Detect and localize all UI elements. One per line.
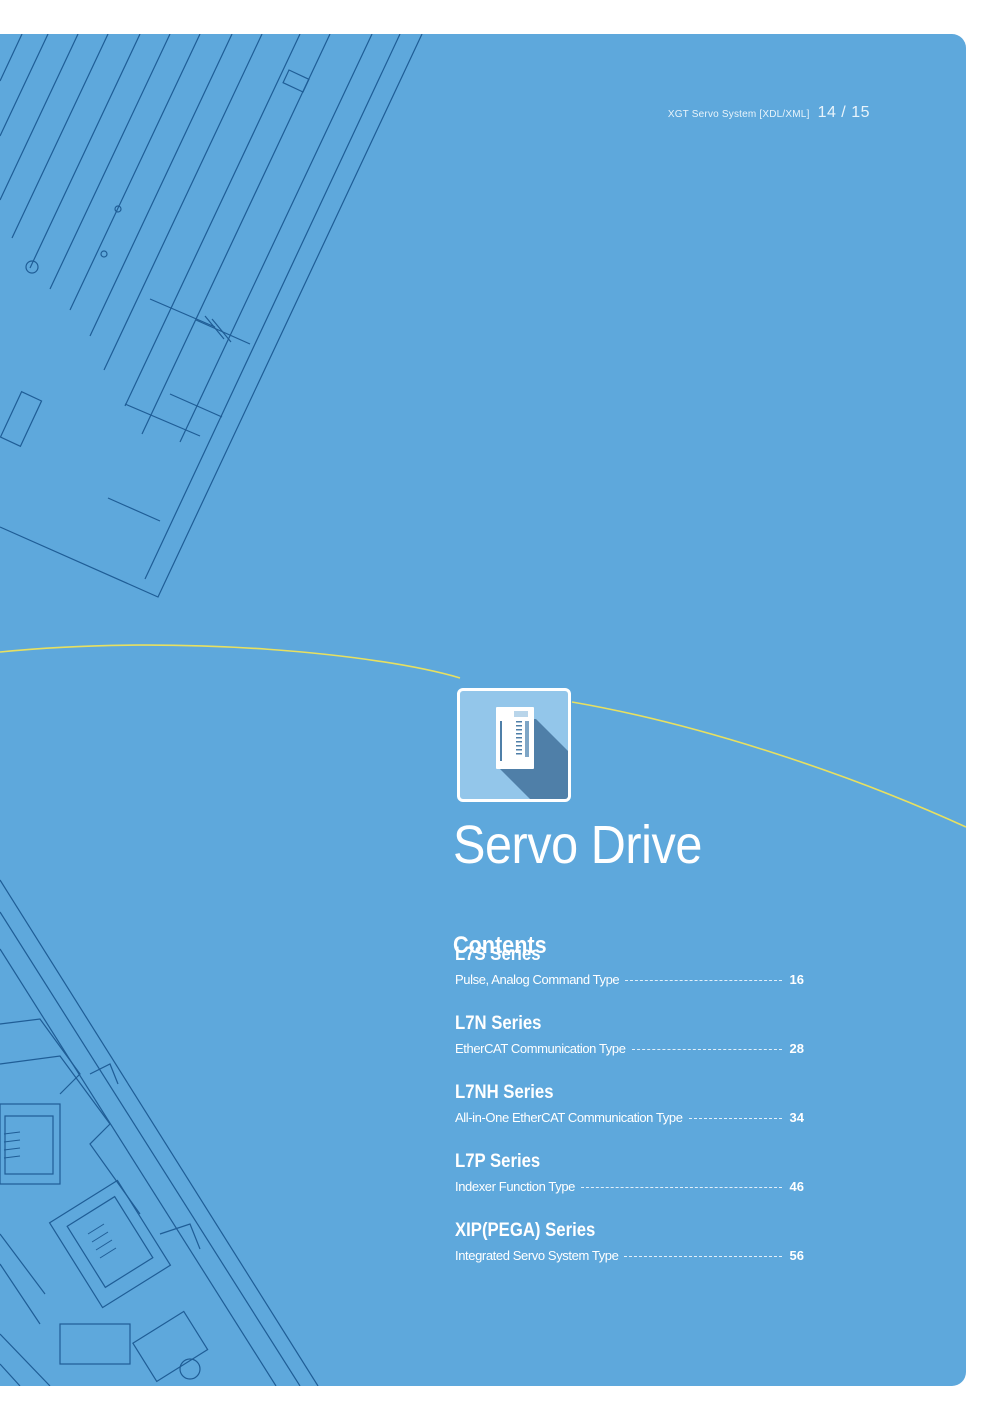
- dotted-leader: [631, 1049, 782, 1050]
- entry-description: Integrated Servo System Type: [455, 1248, 619, 1263]
- entry-name: XIP(PEGA) Series: [455, 1220, 596, 1241]
- entry-description: Indexer Function Type: [455, 1179, 575, 1194]
- contents-entry-l7nh[interactable]: L7NH Series All-in-One EtherCAT Communic…: [455, 1082, 804, 1125]
- dotted-leader: [624, 1256, 782, 1257]
- contents-entry-l7n[interactable]: L7N Series EtherCAT Communication Type 2…: [455, 1013, 804, 1056]
- entry-description: EtherCAT Communication Type: [455, 1041, 626, 1056]
- entry-page-number: 28: [789, 1041, 804, 1056]
- entry-name: L7NH Series: [455, 1082, 554, 1103]
- entry-page-number: 46: [789, 1179, 804, 1194]
- contents-entry-xip[interactable]: XIP(PEGA) Series Integrated Servo System…: [455, 1220, 804, 1263]
- dotted-leader: [581, 1187, 782, 1188]
- entry-description: Pulse, Analog Command Type: [455, 972, 620, 987]
- dotted-leader: [625, 980, 782, 981]
- entry-name: L7S Series: [455, 944, 541, 965]
- section-icon-box: [457, 688, 571, 802]
- entry-name: L7N Series: [455, 1013, 542, 1034]
- entry-page-number: 56: [789, 1248, 804, 1263]
- servo-drive-icon: [496, 707, 568, 799]
- section-title: Servo Drive: [453, 815, 702, 875]
- entry-page-number: 16: [789, 972, 804, 987]
- page-header: XGT Servo System [XDL/XML] 14 / 15: [668, 104, 870, 122]
- page-numbers: 14 / 15: [817, 104, 870, 121]
- contents-entry-l7p[interactable]: L7P Series Indexer Function Type 46: [455, 1151, 804, 1194]
- dotted-leader: [688, 1118, 782, 1119]
- entry-page-number: 34: [789, 1110, 804, 1125]
- contents-entry-l7s[interactable]: L7S Series Pulse, Analog Command Type 16: [455, 944, 804, 987]
- entry-name: L7P Series: [455, 1151, 541, 1172]
- series-label: XGT Servo System [XDL/XML]: [667, 109, 810, 120]
- entry-description: All-in-One EtherCAT Communication Type: [455, 1110, 683, 1125]
- cover-panel: XGT Servo System [XDL/XML] 14 / 15 Servo…: [0, 34, 966, 1386]
